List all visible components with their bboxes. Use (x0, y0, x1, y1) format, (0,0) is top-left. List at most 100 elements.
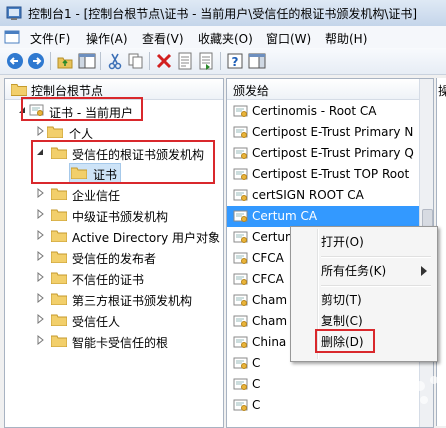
toolbar-separator (50, 52, 51, 70)
certificate-name: certSIGN ROOT CA (252, 188, 364, 202)
collapsed-arrow-icon[interactable] (35, 126, 45, 136)
certificate-icon (233, 189, 248, 201)
menu-view[interactable]: 查看(V) (142, 30, 184, 47)
certificate-name: Certipost E-Trust Primary Q (252, 146, 414, 160)
title-bar: 控制台1 - [控制台根节点\证书 - 当前用户\受信任的根证书颁发机构\证书] (0, 0, 446, 27)
properties-icon[interactable] (176, 52, 194, 70)
menu-separator (321, 256, 431, 258)
certificate-row[interactable]: Certipost E-Trust TOP Root (227, 164, 419, 185)
certificate-icon (233, 336, 248, 348)
certificate-icon (233, 210, 248, 222)
certificate-row[interactable]: Certipost E-Trust Primary Q (227, 143, 419, 164)
tree-item-third-party-root[interactable]: 第三方根证书颁发机构 (5, 289, 223, 309)
certificate-name: C (252, 398, 261, 412)
certificate-row[interactable]: Certipost E-Trust Primary N (227, 122, 419, 143)
forward-arrow-icon[interactable] (27, 52, 45, 70)
help-icon[interactable]: ? (226, 52, 244, 70)
certificate-icon (233, 147, 248, 159)
menu-item-label: 剪切(T) (321, 293, 362, 307)
collapsed-arrow-icon[interactable] (35, 335, 45, 345)
menu-item-label: 复制(C) (321, 314, 363, 328)
menu-item-label: 所有任务(K) (321, 264, 387, 278)
collapsed-arrow-icon[interactable] (35, 209, 45, 219)
certificate-icon (233, 168, 248, 180)
menu-help[interactable]: 帮助(H) (325, 30, 367, 47)
toolbar: ? (0, 48, 446, 75)
collapsed-arrow-icon[interactable] (35, 230, 45, 240)
certificate-icon (233, 315, 248, 327)
certificate-icon (233, 378, 248, 390)
folder-icon (51, 209, 67, 221)
collapsed-arrow-icon[interactable] (35, 188, 45, 198)
watermark-logo-icon (353, 370, 438, 404)
menu-file[interactable]: 文件(F) (30, 30, 70, 47)
folder-icon (51, 230, 67, 242)
certificate-name: Certipost E-Trust Primary N (252, 125, 414, 139)
certificate-row[interactable]: certSIGN ROOT CA (227, 185, 419, 206)
tree-item-enterprise-trust[interactable]: 企业信任 (5, 184, 223, 204)
up-folder-icon[interactable] (56, 52, 74, 70)
tree-item-label: 受信任人 (72, 315, 121, 329)
menu-separator (321, 285, 431, 287)
tree-item-personal[interactable]: 个人 (5, 122, 223, 142)
collapsed-arrow-icon[interactable] (35, 251, 45, 261)
column-header-issued-to[interactable]: 颁发给 (227, 79, 419, 100)
certificate-row[interactable]: Certinomis - Root CA (227, 101, 419, 122)
certificate-icon (233, 273, 248, 285)
tree-item-label: 受信任的发布者 (72, 252, 157, 266)
show-hide-action-pane-icon[interactable] (248, 52, 266, 70)
tree-item-smartcard-root[interactable]: 智能卡受信任的根 (5, 331, 223, 351)
folder-icon (51, 293, 67, 305)
context-menu-open[interactable]: 打开(O) (321, 233, 364, 253)
certificate-name: Cham (252, 314, 288, 328)
delete-icon[interactable] (155, 52, 173, 70)
highlight-box-trusted-root (31, 140, 215, 184)
context-menu-cut[interactable]: 剪切(T) (321, 291, 362, 311)
collapsed-arrow-icon[interactable] (35, 314, 45, 324)
export-list-icon[interactable] (197, 52, 215, 70)
certificate-name: C (252, 356, 261, 370)
menu-window[interactable]: 窗口(W) (266, 30, 311, 47)
mdi-window-icon[interactable] (4, 29, 20, 45)
tree-item-ad-user-object[interactable]: Active Directory 用户对象 (5, 226, 223, 246)
back-arrow-icon[interactable] (6, 52, 24, 70)
menu-item-label: 打开(O) (321, 235, 364, 249)
collapsed-arrow-icon[interactable] (35, 293, 45, 303)
folder-icon (11, 84, 27, 96)
certificate-name: Certum CA (252, 209, 318, 223)
cut-icon[interactable] (106, 52, 124, 70)
certificate-name: China (252, 335, 287, 349)
tree-item-label: 不信任的证书 (72, 273, 145, 287)
console-tree-pane[interactable]: 控制台根节点 证书 - 当前用户 个人 受信任的根证书颁发机构 证书 企业信任 … (4, 78, 224, 428)
tree-item-trusted-publishers[interactable]: 受信任的发布者 (5, 247, 223, 267)
folder-icon (51, 272, 67, 284)
certificate-icon (233, 294, 248, 306)
copy-icon[interactable] (127, 52, 145, 70)
folder-icon (51, 335, 67, 347)
menu-favorites[interactable]: 收藏夹(O) (198, 30, 253, 47)
certificate-row[interactable]: Certum CA (227, 206, 419, 227)
certificate-icon (233, 252, 248, 264)
certificate-name: CFCA (252, 251, 284, 265)
certificate-icon (233, 126, 248, 138)
tree-item-intermediate-ca[interactable]: 中级证书颁发机构 (5, 205, 223, 225)
tree-item-untrusted-certs[interactable]: 不信任的证书 (5, 268, 223, 288)
context-menu-all-tasks[interactable]: 所有任务(K) (321, 262, 427, 282)
menu-action[interactable]: 操作(A) (86, 30, 128, 47)
folder-icon (51, 251, 67, 263)
svg-text:?: ? (232, 55, 239, 69)
window-title: 控制台1 - [控制台根节点\证书 - 当前用户\受信任的根证书颁发机构\证书] (28, 7, 418, 21)
submenu-arrow-icon (421, 266, 427, 276)
folder-icon (47, 126, 63, 138)
certificate-name: C (252, 377, 261, 391)
certificate-icon (233, 105, 248, 117)
tree-item-trusted-people[interactable]: 受信任人 (5, 310, 223, 330)
mmc-console-icon (6, 6, 22, 20)
toolbar-separator (149, 52, 150, 70)
tree-item-label: 第三方根证书颁发机构 (72, 294, 193, 308)
show-hide-tree-icon[interactable] (78, 52, 96, 70)
column-header-label: 颁发给 (233, 84, 270, 98)
menu-bar: 文件(F) 操作(A) 查看(V) 收藏夹(O) 窗口(W) 帮助(H) (0, 26, 446, 49)
action-pane-header: 操 (438, 84, 446, 98)
collapsed-arrow-icon[interactable] (35, 272, 45, 282)
